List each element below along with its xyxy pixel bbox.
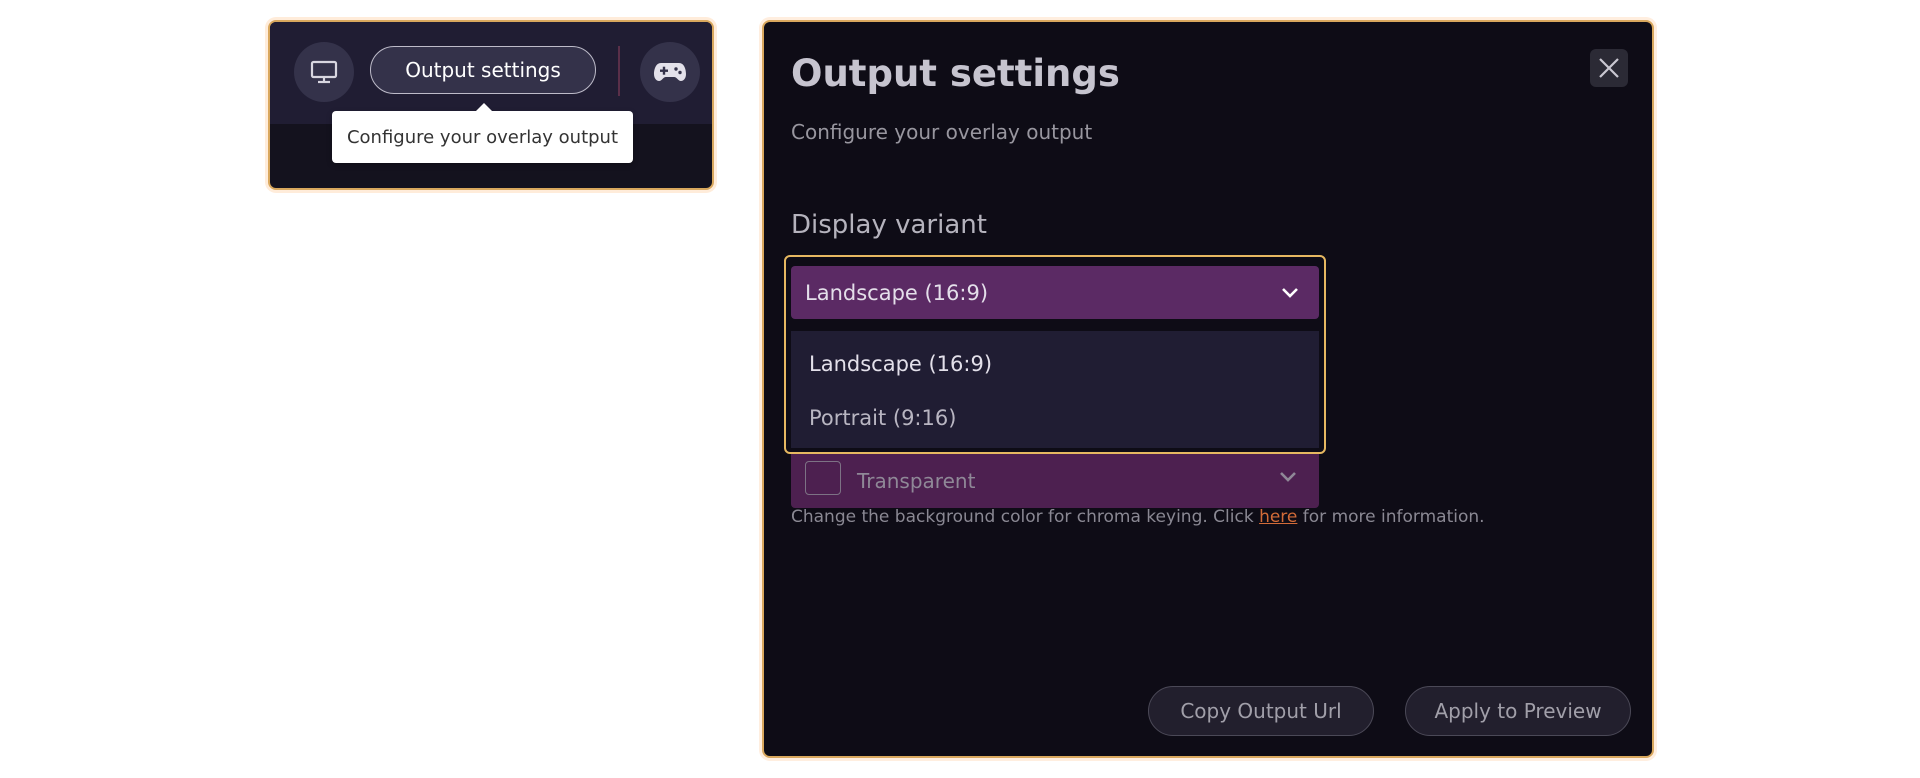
option-portrait[interactable]: Portrait (9:16) bbox=[791, 393, 1319, 443]
modal-title: Output settings bbox=[791, 52, 1120, 95]
close-icon bbox=[1599, 58, 1619, 78]
output-settings-button[interactable]: Output settings bbox=[370, 46, 596, 94]
apply-to-preview-button[interactable]: Apply to Preview bbox=[1405, 686, 1631, 736]
display-variant-dropdown: Landscape (16:9) Landscape (16:9) Portra… bbox=[784, 255, 1326, 454]
toolbar-divider bbox=[618, 46, 620, 96]
background-help-text: Change the background color for chroma k… bbox=[791, 507, 1485, 527]
help-text-suffix: for more information. bbox=[1297, 507, 1485, 527]
output-settings-tooltip: Configure your overlay output bbox=[332, 103, 633, 163]
close-button[interactable] bbox=[1590, 49, 1628, 87]
display-variant-label: Display variant bbox=[791, 210, 987, 240]
display-variant-select[interactable]: Landscape (16:9) bbox=[791, 266, 1319, 319]
chevron-down-icon bbox=[1280, 472, 1296, 482]
chevron-down-icon bbox=[1282, 288, 1298, 298]
display-variant-options: Landscape (16:9) Portrait (9:16) bbox=[791, 331, 1319, 448]
monitor-icon bbox=[310, 60, 338, 84]
color-swatch[interactable] bbox=[805, 461, 841, 495]
option-landscape[interactable]: Landscape (16:9) bbox=[791, 339, 1319, 389]
gamepad-button[interactable] bbox=[640, 42, 700, 102]
monitor-button[interactable] bbox=[294, 42, 354, 102]
background-select-value: Transparent bbox=[857, 469, 976, 493]
overlay-toolbar: Output settings Configure your overlay o… bbox=[268, 20, 714, 190]
gamepad-icon bbox=[654, 63, 686, 81]
display-variant-value: Landscape (16:9) bbox=[805, 280, 989, 305]
output-settings-modal: Output settings Configure your overlay o… bbox=[762, 20, 1654, 758]
modal-subtitle: Configure your overlay output bbox=[791, 120, 1093, 144]
help-link[interactable]: here bbox=[1259, 507, 1297, 527]
help-text-prefix: Change the background color for chroma k… bbox=[791, 507, 1260, 527]
copy-output-url-button[interactable]: Copy Output Url bbox=[1148, 686, 1374, 736]
